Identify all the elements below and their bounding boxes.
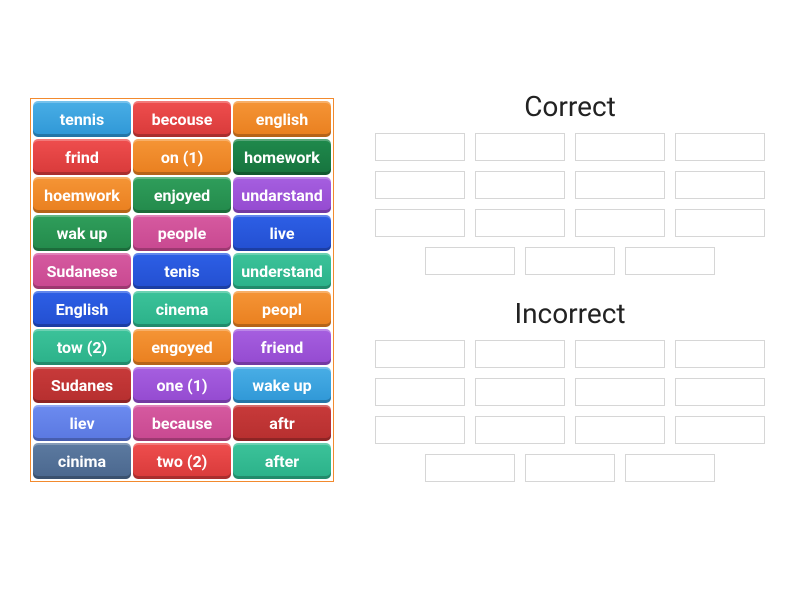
drop-slot[interactable] (425, 454, 515, 482)
drop-slot[interactable] (475, 340, 565, 368)
tile-row: hoemworkenjoyedundarstand (33, 177, 331, 213)
word-tile[interactable]: English (33, 291, 131, 327)
drop-slot[interactable] (675, 171, 765, 199)
word-tile[interactable]: live (233, 215, 331, 251)
word-tile[interactable]: aftr (233, 405, 331, 441)
drop-slot[interactable] (375, 416, 465, 444)
drop-slot[interactable] (475, 378, 565, 406)
drop-slot[interactable] (575, 171, 665, 199)
drop-slot[interactable] (475, 209, 565, 237)
drop-slot[interactable] (375, 171, 465, 199)
word-tile[interactable]: becouse (133, 101, 231, 137)
word-tile[interactable]: frind (33, 139, 131, 175)
tile-source-box: tennisbecouseenglishfrindon (1)homeworkh… (30, 98, 334, 482)
drop-slot[interactable] (375, 340, 465, 368)
word-tile[interactable]: understand (233, 253, 331, 289)
word-tile[interactable]: undarstand (233, 177, 331, 213)
word-tile[interactable]: tenis (133, 253, 231, 289)
drop-slot[interactable] (675, 340, 765, 368)
drop-slot[interactable] (475, 416, 565, 444)
drop-slot[interactable] (525, 247, 615, 275)
word-tile[interactable]: cinema (133, 291, 231, 327)
drop-slot[interactable] (675, 416, 765, 444)
drop-slot[interactable] (375, 209, 465, 237)
tile-row: Sudanesetenisunderstand (33, 253, 331, 289)
word-tile[interactable]: on (1) (133, 139, 231, 175)
word-tile[interactable]: english (233, 101, 331, 137)
drop-slot[interactable] (375, 378, 465, 406)
incorrect-title: Incorrect (370, 297, 770, 330)
word-tile[interactable]: friend (233, 329, 331, 365)
word-tile[interactable]: two (2) (133, 443, 231, 479)
tile-row: cinimatwo (2)after (33, 443, 331, 479)
tile-row: frindon (1)homework (33, 139, 331, 175)
word-tile[interactable]: one (1) (133, 367, 231, 403)
word-tile[interactable]: peopl (233, 291, 331, 327)
word-tile[interactable]: people (133, 215, 231, 251)
drop-slot[interactable] (575, 378, 665, 406)
correct-title: Correct (370, 90, 770, 123)
drop-slot[interactable] (475, 133, 565, 161)
drop-slot[interactable] (475, 171, 565, 199)
word-tile[interactable]: Sudanes (33, 367, 131, 403)
word-tile[interactable]: enjoyed (133, 177, 231, 213)
tile-row: tennisbecouseenglish (33, 101, 331, 137)
tile-row: lievbecauseaftr (33, 405, 331, 441)
word-tile[interactable]: engoyed (133, 329, 231, 365)
word-tile[interactable]: hoemwork (33, 177, 131, 213)
incorrect-slots (370, 340, 770, 482)
word-tile[interactable]: because (133, 405, 231, 441)
drop-slot[interactable] (375, 133, 465, 161)
word-tile[interactable]: liev (33, 405, 131, 441)
word-tile[interactable]: wake up (233, 367, 331, 403)
drop-slot[interactable] (525, 454, 615, 482)
drop-slot[interactable] (575, 416, 665, 444)
word-tile[interactable]: wak up (33, 215, 131, 251)
drop-slot[interactable] (675, 378, 765, 406)
word-tile[interactable]: homework (233, 139, 331, 175)
activity-stage: tennisbecouseenglishfrindon (1)homeworkh… (0, 0, 800, 600)
drop-slot[interactable] (425, 247, 515, 275)
word-tile[interactable]: after (233, 443, 331, 479)
tile-row: Sudanesone (1)wake up (33, 367, 331, 403)
word-tile[interactable]: tennis (33, 101, 131, 137)
tile-row: Englishcinemapeopl (33, 291, 331, 327)
drop-slot[interactable] (625, 247, 715, 275)
drop-slot[interactable] (675, 133, 765, 161)
drop-slot[interactable] (575, 209, 665, 237)
word-tile[interactable]: Sudanese (33, 253, 131, 289)
tile-row: tow (2)engoyedfriend (33, 329, 331, 365)
drop-slot[interactable] (675, 209, 765, 237)
drop-slot[interactable] (575, 133, 665, 161)
drop-slot[interactable] (575, 340, 665, 368)
word-tile[interactable]: tow (2) (33, 329, 131, 365)
drop-slot[interactable] (625, 454, 715, 482)
tile-row: wak uppeoplelive (33, 215, 331, 251)
correct-slots (370, 133, 770, 275)
word-tile[interactable]: cinima (33, 443, 131, 479)
drop-zones: Correct Incorrect (370, 90, 770, 504)
